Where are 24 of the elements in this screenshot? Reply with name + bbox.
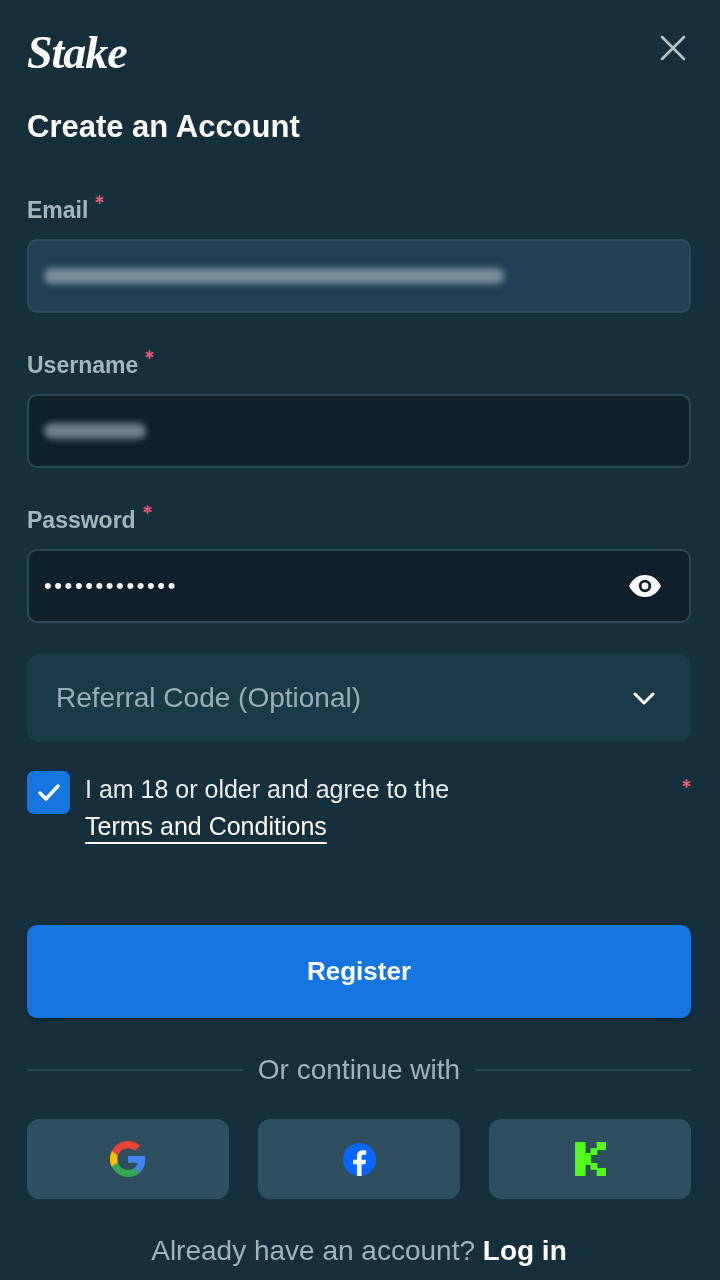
username-field[interactable] xyxy=(27,394,691,468)
register-button[interactable]: Register xyxy=(27,925,691,1018)
brand-logo: Stake xyxy=(27,28,127,78)
consent-text: I am 18 or older and agree to the Terms and Conditions xyxy=(85,774,451,842)
field-label: Username xyxy=(27,351,139,379)
close-icon xyxy=(660,35,686,61)
facebook-logo-icon xyxy=(342,1142,376,1176)
pixel-k-icon xyxy=(574,1142,606,1176)
social-login-button[interactable] xyxy=(489,1119,691,1199)
email-field[interactable] xyxy=(27,239,691,313)
login-prompt: Already have an account? Log in xyxy=(151,1235,567,1267)
google-logo-icon xyxy=(110,1141,146,1177)
check-icon xyxy=(37,784,60,801)
field-label: Password xyxy=(27,506,136,534)
checkbox[interactable] xyxy=(27,771,70,814)
close-button[interactable] xyxy=(660,35,686,61)
terms-link[interactable]: Terms and Conditions xyxy=(85,812,327,840)
login-link[interactable]: Log in xyxy=(482,1235,567,1266)
field-label: Email xyxy=(27,196,89,224)
password-field[interactable]: ••••••••••••• xyxy=(27,549,691,623)
page-title: Create an Account xyxy=(27,110,301,144)
divider-text: Or continue with xyxy=(257,1054,461,1086)
eye-icon[interactable] xyxy=(628,574,662,598)
referral-code-dropdown[interactable]: Referral Code (Optional) xyxy=(27,654,691,742)
